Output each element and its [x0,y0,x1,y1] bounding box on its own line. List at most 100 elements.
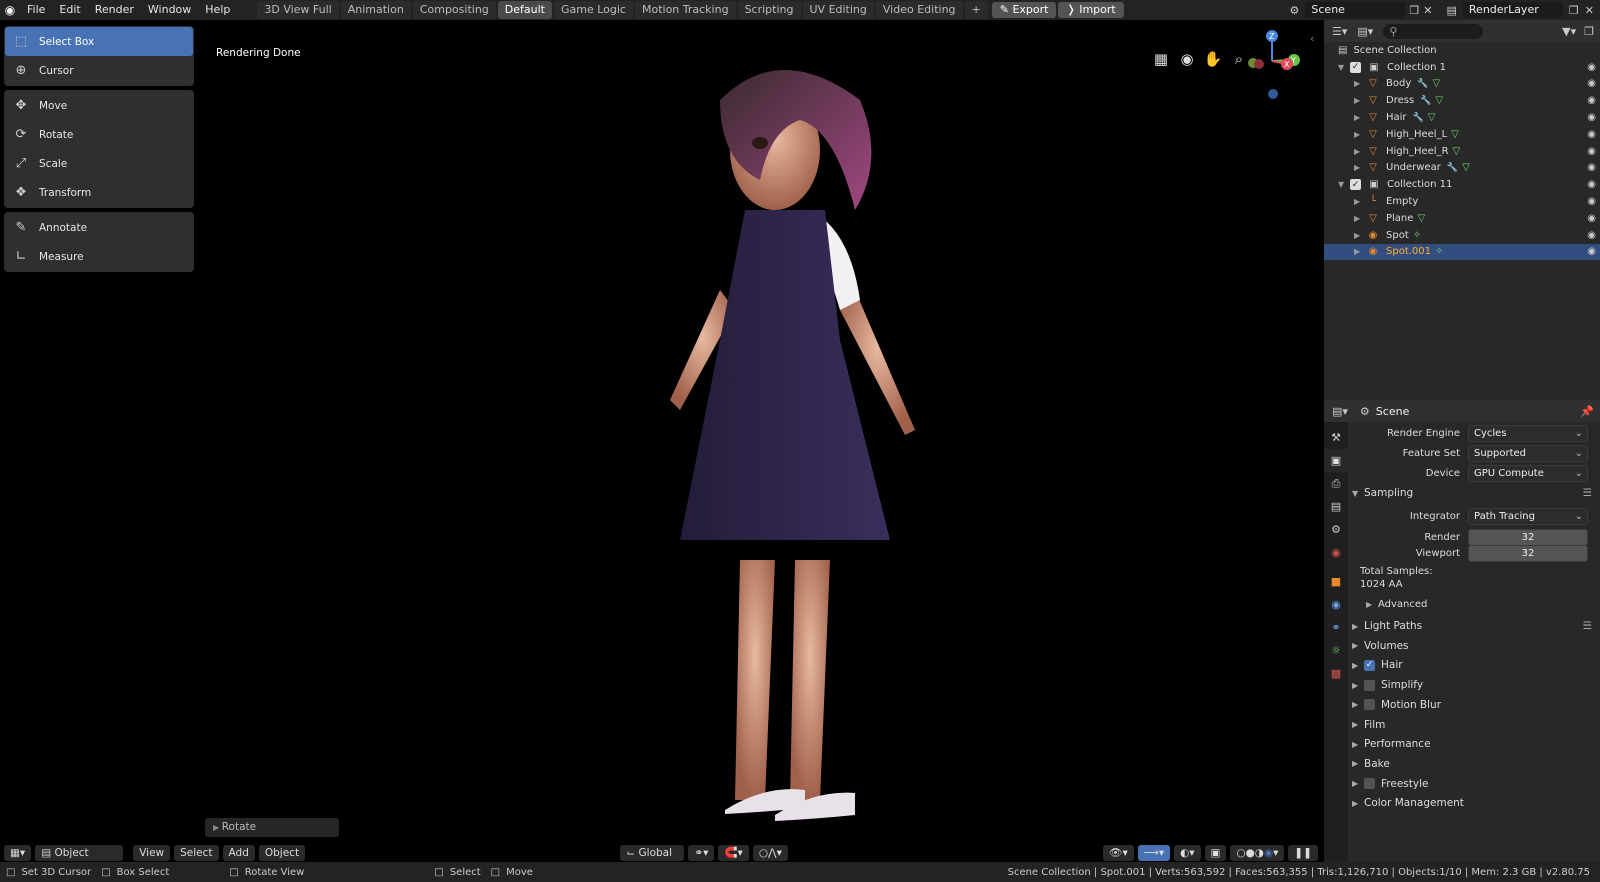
transform-tool[interactable]: ❖ Transform [5,178,193,207]
visibility-eye-icon[interactable]: ◉ [1587,112,1596,123]
light-data-tab-icon[interactable]: ☼ [1324,639,1348,662]
camera-view-icon[interactable]: ◉ [1176,48,1198,70]
render-samples-field[interactable]: 32 [1468,529,1588,546]
device-dropdown[interactable]: GPU Compute ⌄ [1468,465,1588,482]
modifier-wrench-icon[interactable]: 🔧 [1420,96,1431,106]
filter-icon[interactable]: ▼▾ [1562,25,1576,38]
panel-checkbox[interactable]: ✓ [1364,659,1375,671]
collapsed-triangle-icon[interactable]: ▶ [1354,147,1366,156]
visibility-eye-icon[interactable]: ◉ [1587,62,1596,73]
panel-volumes[interactable]: ▶ Volumes [1352,640,1592,652]
mesh-data-icon[interactable]: ▽ [1462,162,1470,173]
visibility-eye-icon[interactable]: ◉ [1587,162,1596,173]
add-workspace-button[interactable]: + [964,1,988,19]
panel-motion-blur[interactable]: ▶ Motion Blur [1352,699,1592,711]
collapsed-triangle-icon[interactable]: ▶ [1354,79,1366,88]
outliner-row[interactable]: ▶ ◉ Spot ✧ ◉ [1324,227,1600,244]
copy-scene-icon[interactable]: ❐ [1409,4,1419,17]
shading-modes-icon[interactable]: ○●◑◉▾ [1230,845,1285,861]
panel-color-management[interactable]: ▶ Color Management [1352,797,1592,809]
workspace-tab-video-editing[interactable]: Video Editing [875,1,963,19]
panel-checkbox[interactable] [1364,679,1375,691]
menu-file[interactable]: File [20,0,52,20]
collapsed-triangle-icon[interactable]: ▶ [1354,231,1366,240]
view-layer-tab-icon[interactable]: ▤ [1324,495,1348,518]
constraints-tab-icon[interactable]: ⚭ [1324,616,1348,639]
editor-type-icon[interactable]: ▦▾ [4,845,32,861]
editor-type-icon[interactable]: ▤▾ [1332,405,1348,418]
collapsed-triangle-icon[interactable]: ▶ [1354,163,1366,172]
visibility-eye-icon[interactable]: ◉ [1587,129,1596,140]
collapsed-triangle-icon[interactable]: ▶ [1354,214,1366,223]
collapsed-triangle-icon[interactable]: ▶ [1354,113,1366,122]
menu-render[interactable]: Render [88,0,141,20]
outliner-row[interactable]: ▶ ▽ High_Heel_L ▽ ◉ [1324,126,1600,143]
render-layer-field[interactable]: RenderLayer [1462,2,1563,18]
visibility-eye-icon[interactable]: ◉ [1587,179,1596,190]
collection-checkbox[interactable]: ✓ [1350,179,1361,191]
workspace-tab-motion-tracking[interactable]: Motion Tracking [634,1,736,19]
collapsed-triangle-icon[interactable]: ▶ [1354,130,1366,139]
panel-bake[interactable]: ▶ Bake [1352,758,1592,770]
viewport-samples-field[interactable]: 32 [1468,545,1588,562]
panel-simplify[interactable]: ▶ Simplify [1352,679,1592,691]
orientation-dropdown[interactable]: ⌙ Global ▾ [620,845,685,875]
feature-set-dropdown[interactable]: Supported ⌄ [1468,445,1588,462]
outliner-row[interactable]: ▶ ▽ Plane ▽ ◉ [1324,210,1600,227]
light-data-icon[interactable]: ✧ [1413,230,1421,241]
workspace-tab-game-logic[interactable]: Game Logic [553,1,633,19]
presets-list-icon[interactable]: ☰ [1583,620,1592,632]
blender-logo-icon[interactable]: ◉ [0,0,20,20]
pan-hand-icon[interactable]: ✋ [1202,48,1224,70]
snap-icon[interactable]: 🧲▾ [718,845,749,861]
scale-tool[interactable]: ⤢ Scale [5,149,193,178]
presets-list-icon[interactable]: ☰ [1583,487,1592,499]
modifier-wrench-icon[interactable]: 🔧 [1447,163,1458,173]
panel-freestyle[interactable]: ▶ Freestyle [1352,778,1592,790]
outliner-row[interactable]: ▶ ◉ Spot.001 ✧ ◉ [1324,243,1600,261]
viewport-menu-object[interactable]: Object [258,845,306,861]
panel-checkbox[interactable] [1364,699,1375,711]
xray-icon[interactable]: ▣ [1204,845,1227,861]
import-button[interactable]: ❭ Import [1058,2,1124,18]
pivot-icon[interactable]: ⚭▾ [688,845,715,861]
copy-layer-icon[interactable]: ❐ [1569,4,1579,17]
menu-help[interactable]: Help [198,0,237,20]
last-operator-panel[interactable]: ▶ Rotate [205,818,339,837]
mode-dropdown[interactable]: ▤ Object Mode ▾ [35,845,124,875]
integrator-dropdown[interactable]: Path Tracing ⌄ [1468,508,1588,525]
panel-checkbox[interactable] [1364,778,1375,790]
workspace-tab-animation[interactable]: Animation [340,1,411,19]
outliner-row[interactable]: ▶ ▽ Dress 🔧 ▽ ◉ [1324,92,1600,109]
move-tool[interactable]: ✥ Move [5,91,193,120]
mesh-data-icon[interactable]: ▽ [1417,213,1425,224]
advanced-subpanel[interactable]: ▶ Advanced [1366,599,1427,610]
visibility-eye-icon[interactable]: ◉ [1587,78,1596,89]
outliner-row[interactable]: ▶ ▽ Underwear 🔧 ▽ ◉ [1324,160,1600,177]
navigation-gizmo[interactable]: Z Y X [1245,26,1305,106]
mesh-data-icon[interactable]: ▽ [1432,78,1440,89]
render-layer-icon[interactable]: ▤ [1447,4,1457,17]
visibility-eye-icon[interactable]: ◉ [1587,230,1596,241]
workspace-tab-scripting[interactable]: Scripting [737,1,801,19]
object-tab-icon[interactable]: ■ [1324,570,1348,593]
select-box-tool[interactable]: ⬚ Select Box [5,27,193,56]
delete-layer-icon[interactable]: ✕ [1585,4,1594,17]
pin-icon[interactable]: 📌 [1580,405,1594,418]
cursor-tool[interactable]: ⊕ Cursor [5,56,193,85]
collection-checkbox[interactable]: ✓ [1350,61,1361,73]
collapsed-triangle-icon[interactable]: ▶ [1354,197,1366,206]
measure-tool[interactable]: ∟ Measure [5,242,193,271]
outliner-row[interactable]: ▼ ✓ ▣ Collection 1 ◉ [1324,59,1600,76]
visibility-eye-icon[interactable]: ◉ [1587,213,1596,224]
outliner-row[interactable]: ▶ ▽ Body 🔧 ▽ ◉ [1324,76,1600,93]
scene-tab-icon[interactable]: ⚙ [1324,518,1348,541]
viewport-menu-add[interactable]: Add [222,845,255,861]
viewport-menu-view[interactable]: View [133,845,171,861]
tool-tab-icon[interactable]: ⚒ [1324,426,1348,449]
editor-type-icon[interactable]: ☰▾ [1332,25,1347,38]
visibility-eye-icon[interactable]: ◉ [1587,95,1596,106]
texture-tab-icon[interactable]: ▩ [1324,662,1348,685]
mesh-data-icon[interactable]: ▽ [1453,146,1461,157]
modifier-wrench-icon[interactable]: 🔧 [1417,79,1428,89]
